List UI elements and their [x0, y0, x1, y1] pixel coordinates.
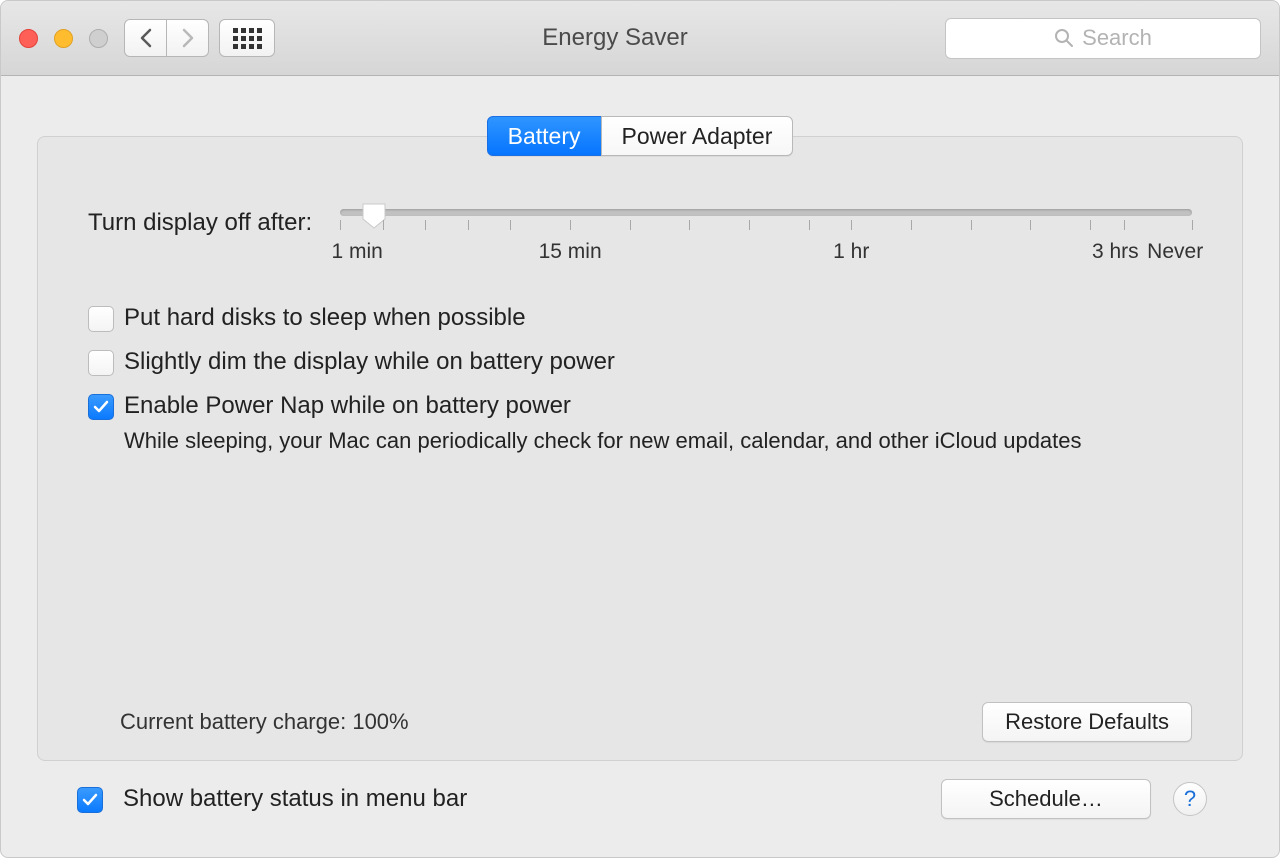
tab-battery[interactable]: Battery: [487, 116, 602, 156]
chevron-left-icon: [139, 28, 153, 48]
grid-icon: [233, 28, 262, 49]
checkmark-icon: [93, 400, 109, 414]
check-power-nap-row: Enable Power Nap while on battery power: [88, 392, 1192, 420]
tab-segment: Battery Power Adapter: [487, 116, 794, 156]
tab-power-adapter[interactable]: Power Adapter: [601, 116, 794, 156]
slider-tick-labels: 1 min 15 min 1 hr 3 hrs Never: [340, 240, 1192, 270]
back-button[interactable]: [124, 19, 167, 57]
check-hard-disks-row: Put hard disks to sleep when possible: [88, 304, 1192, 332]
check-dim-display[interactable]: [88, 350, 114, 376]
check-power-nap-label: Enable Power Nap while on battery power: [124, 392, 571, 420]
restore-defaults-button[interactable]: Restore Defaults: [982, 702, 1192, 742]
tick-label-1min: 1 min: [331, 240, 382, 264]
checkmark-icon: [82, 793, 98, 807]
display-off-slider-row: Turn display off after:: [88, 207, 1192, 270]
check-power-nap[interactable]: [88, 394, 114, 420]
check-menu-bar-status-label: Show battery status in menu bar: [123, 785, 467, 813]
help-icon: ?: [1184, 786, 1196, 812]
check-hard-disks-label: Put hard disks to sleep when possible: [124, 304, 526, 332]
check-dim-display-label: Slightly dim the display while on batter…: [124, 348, 615, 376]
maximize-button: [89, 29, 108, 48]
power-nap-description: While sleeping, your Mac can periodicall…: [124, 428, 1192, 454]
chevron-right-icon: [181, 28, 195, 48]
help-button[interactable]: ?: [1173, 782, 1207, 816]
minimize-button[interactable]: [54, 29, 73, 48]
panel-bottom: Current battery charge: 100% Restore Def…: [88, 702, 1192, 742]
tick-label-3hrs: 3 hrs: [1092, 240, 1139, 264]
content-area: Battery Power Adapter Turn display off a…: [1, 76, 1279, 857]
titlebar: Energy Saver Search: [1, 1, 1279, 76]
check-menu-bar-status[interactable]: [77, 787, 103, 813]
forward-button: [166, 19, 209, 57]
check-dim-display-row: Slightly dim the display while on batter…: [88, 348, 1192, 376]
tick-label-15min: 15 min: [539, 240, 602, 264]
show-all-button[interactable]: [219, 19, 275, 57]
tab-bar: Battery Power Adapter: [37, 116, 1243, 156]
traffic-lights: [19, 29, 108, 48]
search-input[interactable]: Search: [945, 18, 1261, 59]
nav-segment: [124, 19, 209, 57]
slider-label: Turn display off after:: [88, 207, 312, 237]
prefs-window: Energy Saver Search Battery Power Adapte…: [0, 0, 1280, 858]
check-hard-disks[interactable]: [88, 306, 114, 332]
settings-panel: Turn display off after:: [37, 136, 1243, 761]
tick-label-never: Never: [1147, 240, 1203, 264]
battery-charge-status: Current battery charge: 100%: [120, 709, 409, 735]
schedule-button[interactable]: Schedule…: [941, 779, 1151, 819]
window-title: Energy Saver: [295, 24, 935, 52]
bottom-bar: Show battery status in menu bar Schedule…: [37, 761, 1243, 841]
search-icon: [1054, 28, 1074, 48]
slider-ticks: [340, 220, 1192, 236]
search-placeholder: Search: [1082, 25, 1152, 51]
slider-track: [340, 209, 1192, 216]
slider[interactable]: 1 min 15 min 1 hr 3 hrs Never: [340, 207, 1192, 270]
tick-label-1hr: 1 hr: [833, 240, 869, 264]
close-button[interactable]: [19, 29, 38, 48]
